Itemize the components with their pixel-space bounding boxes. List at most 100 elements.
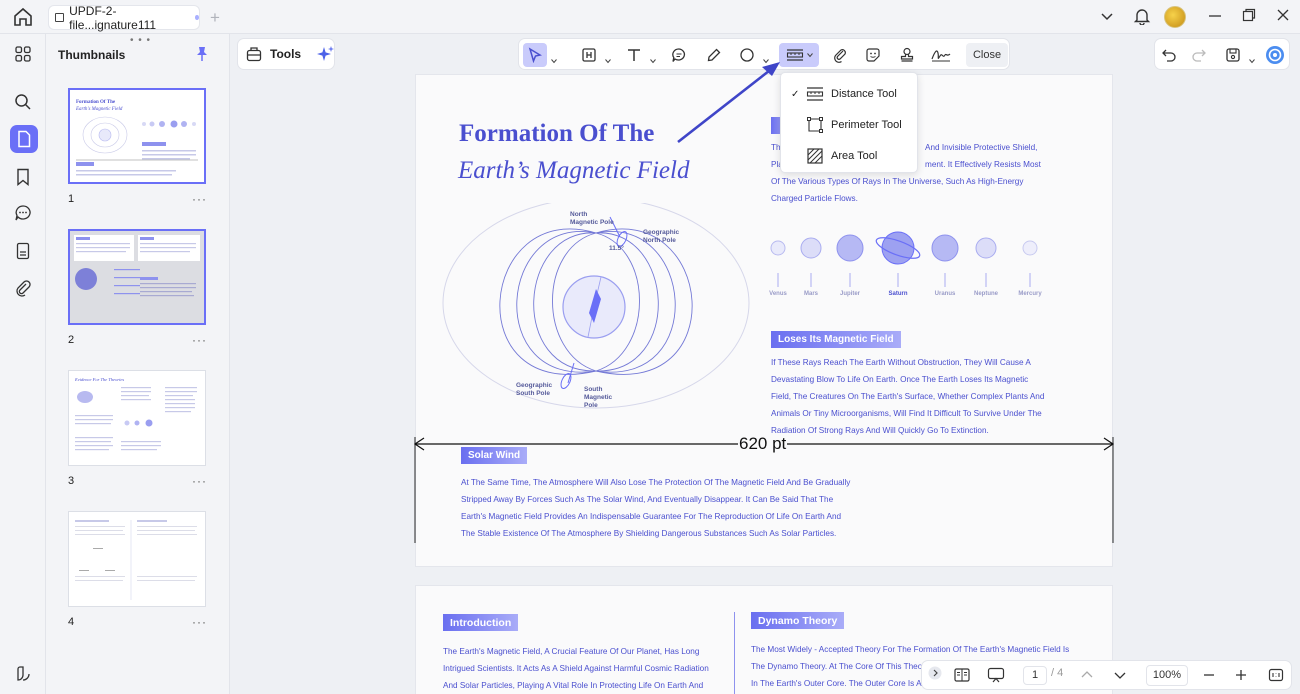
area-tool-label: Area Tool [831,150,878,162]
note-comment-icon[interactable] [667,43,691,67]
text-icon[interactable] [622,43,646,67]
column-divider [734,612,735,694]
measure-tool-button[interactable] [779,43,819,67]
select-cursor-icon[interactable] [523,43,547,67]
presentation-icon[interactable] [987,667,1005,686]
document-page-1[interactable]: Formation Of The Earth’s Magnetic Field … [415,74,1113,567]
sticker-icon[interactable] [861,43,885,67]
right-toolbar [1154,38,1290,70]
signature-icon[interactable] [929,43,953,67]
chevron-down-icon[interactable] [763,51,769,64]
zoom-in-icon[interactable] [1234,668,1248,685]
area-tool-item[interactable]: Area Tool [781,141,919,171]
measurement-label: 620 pt [738,434,788,454]
expand-arrow-icon[interactable] [928,666,942,683]
document-tab-title: UPDF-2-file...ignature111 [69,3,157,32]
chevron-down-icon [806,52,813,58]
annotation-toolbar: Close [518,38,1010,70]
pages-icon[interactable] [10,125,38,153]
user-avatar[interactable] [1164,6,1186,28]
measure-tool-dropdown: ✓ Distance Tool Perimeter Tool Area Tool [780,72,918,173]
chevron-down-icon[interactable] [551,51,557,64]
restore-icon[interactable] [1242,8,1256,26]
document-title-line1: Formation Of The [459,120,655,147]
thumbnail-more-button[interactable]: ··· [192,192,207,206]
document-title-line2: Earth’s Magnetic Field [458,157,690,184]
thumbnail-page-3[interactable]: Evidence For The Theories [68,370,206,466]
label-south-magnetic-pole: South Magnetic Pole [584,386,613,409]
brand-logo-icon[interactable] [12,663,34,685]
toolbox-icon [246,46,262,62]
thumbnail-more-button[interactable]: ··· [192,615,207,629]
thumbnail-more-button[interactable]: ··· [192,333,207,347]
planet-label: Saturn [888,291,908,297]
previous-page-icon[interactable] [1080,668,1094,685]
add-tab-button[interactable]: + [210,8,220,28]
stamp-page-icon[interactable] [12,240,34,262]
document-tab[interactable]: UPDF-2-file...ignature111 [48,3,200,32]
section-heading-introduction: Introduction [443,614,519,631]
bell-icon[interactable] [1133,7,1151,29]
zoom-level[interactable]: 100% [1146,665,1188,686]
perimeter-tool-item[interactable]: Perimeter Tool [781,110,919,140]
section-heading-solar-wind: Solar Wind [461,447,528,464]
loses-paragraph: If These Rays Reach The Earth Without Ob… [771,358,1045,435]
distance-tool-label: Distance Tool [831,88,897,100]
minimize-icon[interactable] [1208,8,1222,26]
tools-button[interactable]: Tools [237,38,335,70]
close-window-icon[interactable] [1276,8,1290,26]
comment-icon[interactable] [12,202,34,224]
current-page-input[interactable]: 1 [1023,666,1047,685]
thumbnail-page-4[interactable] [68,511,206,607]
hidden-paragraph-tail: And Invisible Protective Shield, ment. I… [925,143,1041,169]
distance-tool-item[interactable]: ✓ Distance Tool [781,79,919,109]
chevron-down-icon[interactable] [605,51,611,64]
perimeter-tool-label: Perimeter Tool [831,119,902,131]
page-navigation-bar: 1 / 4 100% [921,660,1292,690]
attach-file-icon[interactable] [828,43,852,67]
pencil-icon[interactable] [702,43,726,67]
unsaved-dot [194,15,199,20]
shape-circle-icon[interactable] [735,43,759,67]
ruler-icon [786,47,804,63]
bookmark-icon[interactable] [12,166,34,188]
text-box-icon[interactable] [577,43,601,67]
stamp-icon[interactable] [895,43,919,67]
left-rail [0,34,46,694]
page-layout-icon[interactable] [954,667,970,686]
svg-text:Evidence For The Theories: Evidence For The Theories [74,377,124,382]
close-toolbar-button[interactable]: Close [966,43,1008,67]
zoom-out-icon[interactable] [1202,668,1216,685]
label-geographic-south-pole: Geographic South Pole [516,382,553,397]
area-hatch-icon [806,147,824,165]
actual-size-icon[interactable] [1268,667,1284,686]
attachment-icon[interactable] [12,277,34,299]
home-icon[interactable] [12,7,34,27]
planets-illustration [770,231,1038,287]
chevron-down-icon[interactable] [650,51,656,64]
grid-icon[interactable] [12,43,34,65]
planet-label: Uranus [934,291,956,297]
chevron-down-icon[interactable] [1100,9,1114,27]
ai-sparkle-icon[interactable] [317,45,335,63]
perimeter-icon [806,116,824,134]
search-icon[interactable] [12,91,34,113]
planet-label: Mars [803,291,818,297]
panel-grip[interactable]: • • • [130,35,151,46]
svg-text:Earth's Magnetic Field: Earth's Magnetic Field [75,107,123,112]
pin-icon[interactable] [196,46,208,62]
title-bar: UPDF-2-file...ignature111 + [0,0,1300,34]
undo-icon[interactable] [1157,43,1181,67]
thumbnail-number: 2 [68,334,75,346]
ai-assistant-icon[interactable] [1263,43,1287,67]
thumbnail-page-1[interactable]: Formation Of The Earth's Magnetic Field [68,88,206,184]
save-icon[interactable] [1221,43,1245,67]
introduction-paragraph: The Earth's Magnetic Field, A Crucial Fe… [443,647,709,690]
next-page-icon[interactable] [1113,668,1127,685]
label-geographic-north-pole: Geographic North Pole [643,229,680,244]
redo-icon[interactable] [1187,43,1211,67]
thumbnail-more-button[interactable]: ··· [192,474,207,488]
chevron-down-icon[interactable] [1249,51,1255,64]
thumbnail-number: 3 [68,475,75,487]
thumbnail-page-2[interactable] [68,229,206,325]
